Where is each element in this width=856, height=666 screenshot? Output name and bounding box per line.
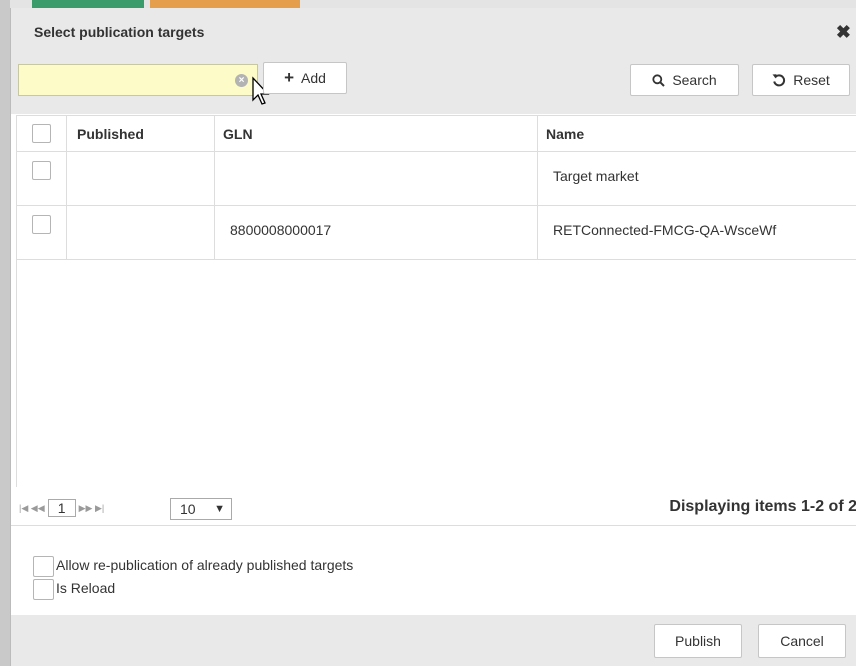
next-page-icon[interactable]: ▶▶ [79, 503, 93, 514]
publication-dialog: Select publication targets ✖ × + Add Sea… [10, 8, 856, 666]
row-checkbox[interactable] [32, 215, 51, 234]
publish-button[interactable]: Publish [654, 624, 742, 658]
allow-republication-checkbox[interactable] [33, 555, 54, 577]
previous-page-icon[interactable]: ◀◀ [31, 503, 45, 514]
search-icon [652, 73, 666, 87]
page-size-value: 10 [180, 501, 196, 517]
table-row[interactable]: Target market [17, 152, 856, 206]
search-button-label: Search [672, 72, 717, 88]
background-strip [0, 0, 10, 666]
chevron-down-icon: ▼ [214, 503, 225, 515]
reset-icon [772, 74, 786, 87]
is-reload-checkbox[interactable] [33, 578, 54, 600]
grid-header: Published GLN Name [17, 116, 856, 152]
add-button-label: Add [301, 70, 326, 86]
row-checkbox[interactable] [32, 161, 51, 180]
options-panel: Allow re-publication of already publishe… [11, 527, 856, 615]
pager-nav: |◀ ◀◀ 1 ▶▶ ▶| [19, 499, 104, 517]
clear-search-icon[interactable]: × [235, 74, 248, 87]
name-cell: Target market [553, 168, 639, 184]
background-tab-green [32, 0, 144, 8]
search-button[interactable]: Search [630, 64, 739, 96]
published-cell [67, 206, 215, 259]
row-select-cell [17, 206, 67, 259]
allow-republication-option[interactable]: Allow re-publication of already publishe… [33, 555, 354, 577]
reset-button[interactable]: Reset [752, 64, 850, 96]
search-input[interactable] [18, 64, 258, 96]
column-header-gln[interactable]: GLN [215, 116, 538, 152]
cancel-button[interactable]: Cancel [758, 624, 846, 658]
page-size-select[interactable]: 10 ▼ [170, 498, 232, 520]
dialog-title: Select publication targets [34, 24, 205, 40]
dialog-toolbar: × + Add Search Reset [11, 58, 856, 114]
add-button[interactable]: + Add [263, 62, 347, 94]
column-header-published[interactable]: Published [67, 116, 215, 152]
allow-republication-label: Allow re-publication of already publishe… [56, 557, 354, 573]
background-tab-orange [150, 0, 300, 8]
display-info: Displaying items 1-2 of 2 [669, 498, 856, 515]
grid-pager: |◀ ◀◀ 1 ▶▶ ▶| 10 ▼ Displaying items 1-2 … [11, 486, 856, 526]
select-all-checkbox[interactable] [32, 124, 51, 143]
dialog-footer: Publish Cancel [11, 615, 856, 666]
first-page-icon[interactable]: |◀ [19, 503, 28, 514]
name-cell: RETConnected-FMCG-QA-WsceWf [553, 222, 777, 238]
table-row[interactable]: 8800008000017 RETConnected-FMCG-QA-WsceW… [17, 206, 856, 260]
reset-button-label: Reset [793, 72, 830, 88]
is-reload-label: Is Reload [56, 580, 116, 596]
is-reload-option[interactable]: Is Reload [33, 578, 116, 600]
plus-icon: + [284, 68, 294, 87]
column-header-name[interactable]: Name [538, 116, 856, 152]
row-select-cell [17, 152, 67, 205]
published-cell [67, 152, 215, 205]
close-icon[interactable]: ✖ [836, 22, 851, 43]
page-number-input[interactable]: 1 [47, 499, 76, 517]
select-all-cell [17, 116, 67, 152]
gln-cell [215, 152, 538, 205]
gln-cell: 8800008000017 [215, 206, 538, 259]
targets-grid: Published GLN Name Target market 8800008… [16, 115, 856, 487]
dialog-titlebar: Select publication targets ✖ [11, 8, 856, 58]
last-page-icon[interactable]: ▶| [95, 503, 104, 514]
